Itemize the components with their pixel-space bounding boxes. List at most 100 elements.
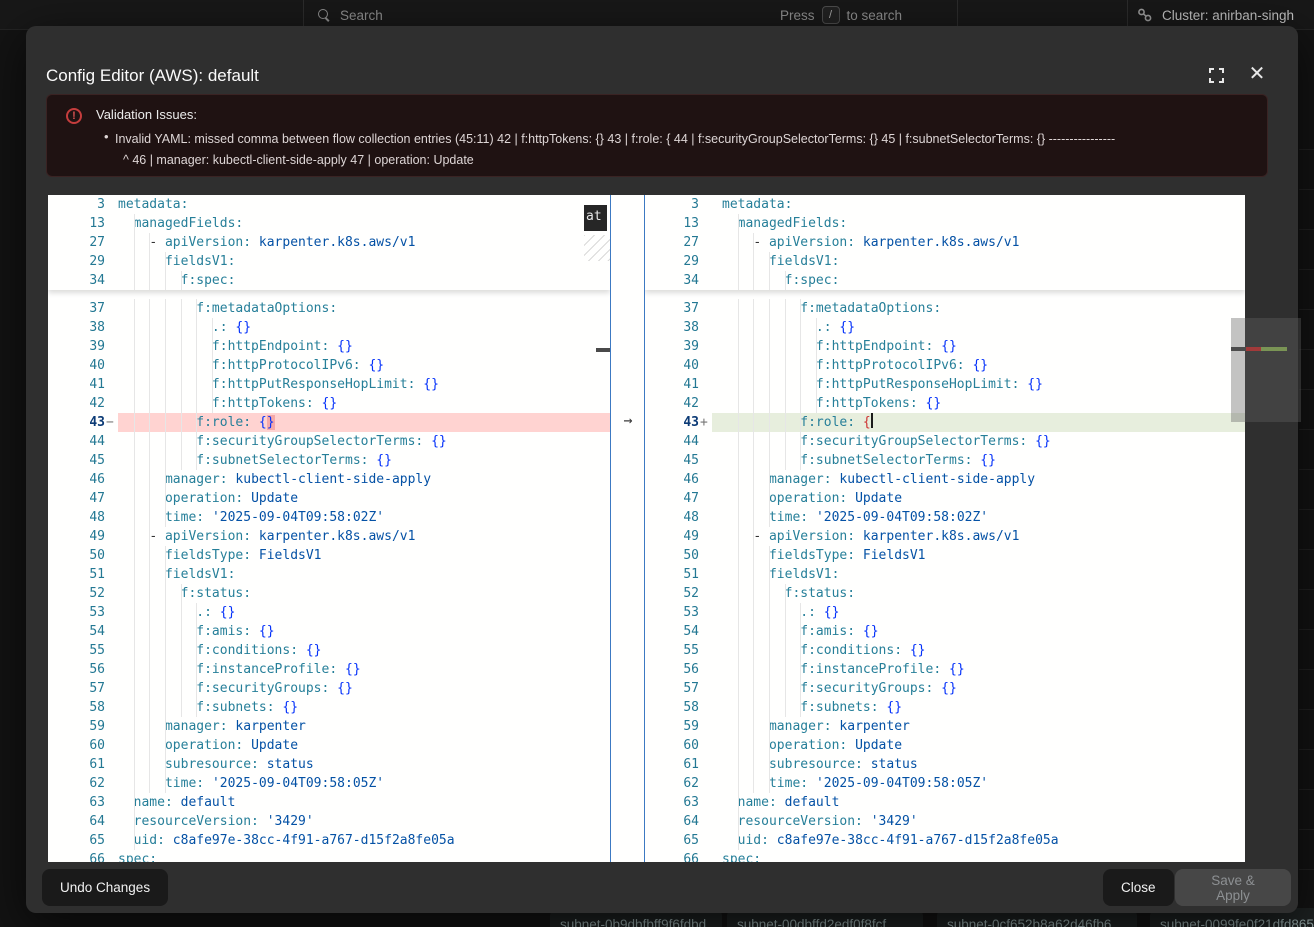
close-footer-button[interactable]: Close (1103, 869, 1174, 906)
scrollbar-slider[interactable] (1231, 318, 1301, 422)
code-line[interactable]: 46 manager: kubectl-client-side-apply (48, 470, 610, 489)
code-line[interactable]: 62 time: '2025-09-04T09:58:05Z' (48, 774, 610, 793)
code-line[interactable]: 56 f:instanceProfile: {} (645, 660, 1245, 679)
code-text: - apiVersion: karpenter.k8s.aws/v1 (712, 527, 1245, 546)
diff-sign (105, 394, 118, 413)
code-line[interactable]: 58 f:subnets: {} (645, 698, 1245, 717)
line-number: 45 (645, 451, 699, 470)
code-line[interactable]: 47 operation: Update (645, 489, 1245, 508)
code-line[interactable]: 45 f:subnetSelectorTerms: {} (645, 451, 1245, 470)
code-line[interactable]: 66spec: (48, 850, 610, 862)
line-number: 44 (48, 432, 105, 451)
code-line[interactable]: 64 resourceVersion: '3429' (645, 812, 1245, 831)
code-line[interactable]: 44 f:securityGroupSelectorTerms: {} (48, 432, 610, 451)
code-line[interactable]: 65 uid: c8afe97e-38cc-4f91-a767-d15f2a8f… (48, 831, 610, 850)
code-line[interactable]: 63 name: default (48, 793, 610, 812)
code-line[interactable]: 41 f:httpPutResponseHopLimit: {} (48, 375, 610, 394)
code-line[interactable]: 60 operation: Update (645, 736, 1245, 755)
sticky-code-line: 34 f:spec: (645, 271, 1245, 290)
code-line[interactable]: 39 f:httpEndpoint: {} (645, 337, 1245, 356)
editor-sash[interactable]: → (610, 195, 645, 862)
code-line[interactable]: 37 f:metadataOptions: (645, 299, 1245, 318)
undo-changes-button[interactable]: Undo Changes (42, 869, 168, 906)
sticky-code-line: 13 managedFields: (645, 214, 1245, 233)
code-line[interactable]: 60 operation: Update (48, 736, 610, 755)
code-line[interactable]: 59 manager: karpenter (48, 717, 610, 736)
code-line[interactable]: 64 resourceVersion: '3429' (48, 812, 610, 831)
code-line[interactable]: 41 f:httpPutResponseHopLimit: {} (645, 375, 1245, 394)
fullscreen-button[interactable] (1207, 66, 1227, 86)
close-button[interactable]: ✕ (1247, 64, 1267, 84)
code-line[interactable]: 42 f:httpTokens: {} (48, 394, 610, 413)
code-line[interactable]: 45 f:subnetSelectorTerms: {} (48, 451, 610, 470)
code-line[interactable]: 40 f:httpProtocolIPv6: {} (645, 356, 1245, 375)
code-line[interactable]: 56 f:instanceProfile: {} (48, 660, 610, 679)
diff-sign (699, 850, 712, 862)
code-line[interactable]: 57 f:securityGroups: {} (645, 679, 1245, 698)
code-line[interactable]: 54 f:amis: {} (48, 622, 610, 641)
code-line[interactable]: 55 f:conditions: {} (645, 641, 1245, 660)
code-line[interactable]: 57 f:securityGroups: {} (48, 679, 610, 698)
code-line[interactable]: 62 time: '2025-09-04T09:58:05Z' (645, 774, 1245, 793)
code-line[interactable]: 51 fieldsV1: (645, 565, 1245, 584)
sticky-code-line: 3metadata: (645, 195, 1245, 214)
diff-modified-pane[interactable]: 37 f:metadataOptions:38 .: {}39 f:httpEn… (645, 195, 1245, 862)
diff-sign (699, 831, 712, 850)
diff-sign (105, 755, 118, 774)
diff-sign (699, 318, 712, 337)
save-apply-button[interactable]: Save & Apply (1175, 869, 1291, 906)
diff-sign (105, 641, 118, 660)
code-line[interactable]: 59 manager: karpenter (645, 717, 1245, 736)
code-line[interactable]: 50 fieldsType: FieldsV1 (48, 546, 610, 565)
line-number: 53 (645, 603, 699, 622)
code-line[interactable]: 39 f:httpEndpoint: {} (48, 337, 610, 356)
code-line[interactable]: 47 operation: Update (48, 489, 610, 508)
code-line[interactable]: 54 f:amis: {} (645, 622, 1245, 641)
code-line[interactable]: 61 subresource: status (645, 755, 1245, 774)
code-line[interactable]: 53 .: {} (645, 603, 1245, 622)
code-line[interactable]: 43− f:role: {} (48, 413, 610, 432)
code-line[interactable]: 40 f:httpProtocolIPv6: {} (48, 356, 610, 375)
code-text: f:httpPutResponseHopLimit: {} (712, 375, 1245, 394)
code-text: f:spec: (118, 271, 610, 290)
revert-change-arrow-icon[interactable]: → (617, 411, 639, 429)
code-line[interactable]: 46 manager: kubectl-client-side-apply (645, 470, 1245, 489)
code-line[interactable]: 38 .: {} (645, 318, 1245, 337)
line-number: 65 (645, 831, 699, 850)
search-input[interactable] (340, 8, 720, 23)
diff-sign (105, 470, 118, 489)
code-line[interactable]: 42 f:httpTokens: {} (645, 394, 1245, 413)
line-number: 61 (645, 755, 699, 774)
diff-original-pane[interactable]: 37 f:metadataOptions:38 .: {}39 f:httpEn… (48, 195, 610, 862)
line-number: 50 (645, 546, 699, 565)
code-line[interactable]: 43+ f:role: { (645, 413, 1245, 432)
code-line[interactable]: 55 f:conditions: {} (48, 641, 610, 660)
code-line[interactable]: 58 f:subnets: {} (48, 698, 610, 717)
code-line[interactable]: 65 uid: c8afe97e-38cc-4f91-a767-d15f2a8f… (645, 831, 1245, 850)
yaml-diff-editor[interactable]: 37 f:metadataOptions:38 .: {}39 f:httpEn… (48, 195, 1245, 862)
sticky-code-line: 27 - apiVersion: karpenter.k8s.aws/v1 (48, 233, 610, 252)
line-number: 40 (48, 356, 105, 375)
code-line[interactable]: 52 f:status: (48, 584, 610, 603)
code-line[interactable]: 37 f:metadataOptions: (48, 299, 610, 318)
code-line[interactable]: 52 f:status: (645, 584, 1245, 603)
code-line[interactable]: 61 subresource: status (48, 755, 610, 774)
to-search-label: to search (847, 8, 903, 23)
sticky-scroll-header: 3metadata:13 managedFields:27 - apiVersi… (645, 195, 1245, 290)
code-line[interactable]: 48 time: '2025-09-04T09:58:02Z' (48, 508, 610, 527)
code-line[interactable]: 49 - apiVersion: karpenter.k8s.aws/v1 (645, 527, 1245, 546)
code-line[interactable]: 38 .: {} (48, 318, 610, 337)
code-line[interactable]: 44 f:securityGroupSelectorTerms: {} (645, 432, 1245, 451)
code-line[interactable]: 49 - apiVersion: karpenter.k8s.aws/v1 (48, 527, 610, 546)
code-line[interactable]: 51 fieldsV1: (48, 565, 610, 584)
code-text: f:spec: (712, 271, 1245, 290)
line-number: 56 (48, 660, 105, 679)
code-line[interactable]: 50 fieldsType: FieldsV1 (645, 546, 1245, 565)
line-number: 52 (48, 584, 105, 603)
code-line[interactable]: 66spec: (645, 850, 1245, 862)
line-number: 56 (645, 660, 699, 679)
validation-detail-line1: Invalid YAML: missed comma between flow … (115, 129, 1250, 150)
code-line[interactable]: 48 time: '2025-09-04T09:58:02Z' (645, 508, 1245, 527)
code-line[interactable]: 63 name: default (645, 793, 1245, 812)
code-line[interactable]: 53 .: {} (48, 603, 610, 622)
